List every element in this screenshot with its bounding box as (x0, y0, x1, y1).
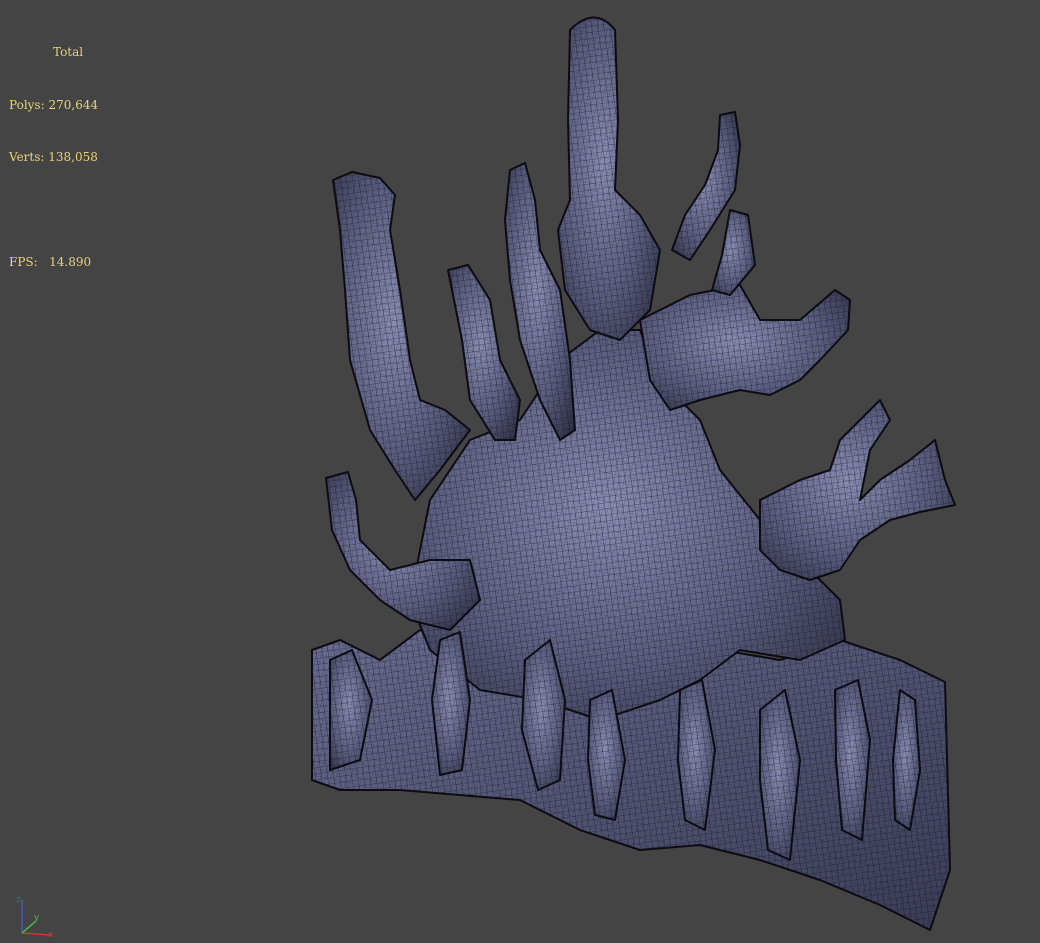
gizmo-z-label: z (16, 895, 21, 905)
mesh-right-wing (639, 284, 851, 411)
coral-mesh-model[interactable] (0, 0, 1040, 943)
mesh-top-finger (557, 16, 661, 341)
axis-gizmo-icon: z y x (10, 893, 58, 943)
gizmo-x-label: x (48, 930, 54, 939)
mesh-left-branch (332, 171, 471, 501)
mesh-twig-c (711, 209, 756, 296)
mesh-far-right-branch (759, 399, 956, 581)
mesh-twig-b (447, 264, 521, 441)
3d-viewport[interactable]: Total Polys: 270,644 Verts: 138,058 FPS:… (0, 0, 1040, 943)
gizmo-y-label: y (34, 913, 40, 923)
